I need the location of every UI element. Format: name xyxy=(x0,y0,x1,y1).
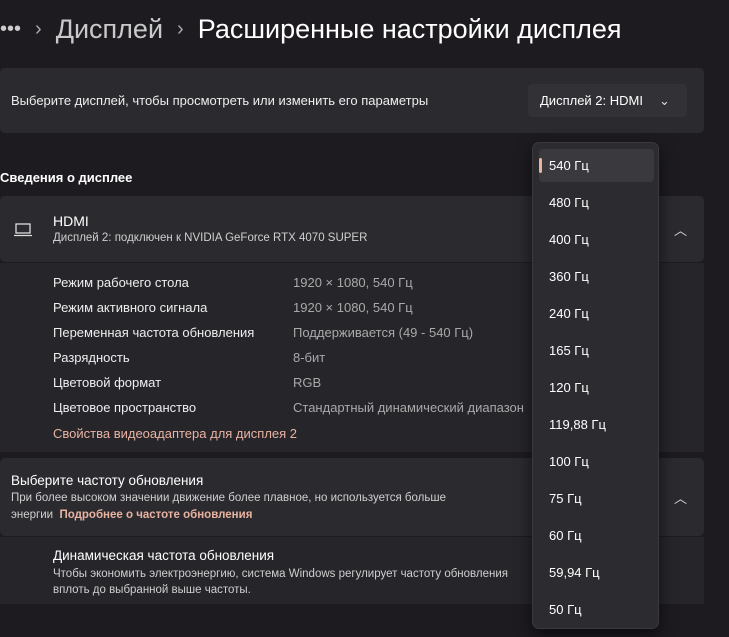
display-name: HDMI xyxy=(53,213,89,229)
info-label: Разрядность xyxy=(53,350,130,365)
chevron-up-icon: ︿ xyxy=(674,223,688,238)
refresh-option[interactable]: 60 Гц xyxy=(539,519,654,552)
info-value: 8-бит xyxy=(293,350,326,365)
refresh-option[interactable]: 100 Гц xyxy=(539,445,654,478)
refresh-option[interactable]: 480 Гц xyxy=(539,186,654,219)
refresh-option[interactable]: 360 Гц xyxy=(539,260,654,293)
refresh-option[interactable]: 165 Гц xyxy=(539,334,654,367)
more-breadcrumb-button[interactable]: ••• xyxy=(0,18,21,41)
refresh-option[interactable]: 120 Гц xyxy=(539,371,654,404)
chevron-up-icon[interactable]: ︿ xyxy=(674,488,687,507)
refresh-option[interactable]: 119,88 Гц xyxy=(539,408,654,441)
refresh-learn-more-link[interactable]: Подробнее о частоте обновления xyxy=(59,509,252,521)
display-dropdown-value: Дисплей 2: HDMI xyxy=(540,93,643,108)
refresh-option[interactable]: 400 Гц xyxy=(539,223,654,256)
breadcrumb: ••• › Дисплей › Расширенные настройки ди… xyxy=(0,14,622,45)
display-select-label: Выберите дисплей, чтобы просмотреть или … xyxy=(11,93,429,108)
refresh-option[interactable]: 540 Гц xyxy=(539,149,654,182)
dynamic-refresh-description: Чтобы экономить электроэнергию, система … xyxy=(53,568,509,580)
refresh-description: При более высоком значении движение боле… xyxy=(11,492,446,504)
info-label: Цветовой формат xyxy=(53,375,162,390)
info-label: Режим рабочего стола xyxy=(53,275,189,290)
refresh-rate-dropdown-menu: 540 Гц 480 Гц 400 Гц 360 Гц 240 Гц 165 Гц 120 … xyxy=(532,142,659,629)
info-label: Цветовое пространство xyxy=(53,400,197,415)
display-description: Дисплей 2: подключен к NVIDIA GeForce RT… xyxy=(53,232,368,244)
breadcrumb-display[interactable]: Дисплей xyxy=(56,14,163,45)
chevron-right-icon: › xyxy=(35,18,42,40)
info-value: RGB xyxy=(293,375,322,390)
section-title: Сведения о дисплее xyxy=(0,170,133,185)
info-label: Режим активного сигнала xyxy=(53,300,208,315)
refresh-description-2: энергии xyxy=(11,509,54,521)
info-value: 1920 × 1080, 540 Гц xyxy=(293,300,413,315)
dynamic-refresh-title: Динамическая частота обновления xyxy=(53,548,275,563)
display-dropdown[interactable]: Дисплей 2: HDMI ⌄ xyxy=(528,84,687,117)
refresh-option[interactable]: 50 Гц xyxy=(539,593,654,626)
dynamic-refresh-description-2: вплоть до выбранной выше частоты. xyxy=(53,584,251,596)
info-label: Переменная частота обновления xyxy=(53,325,255,340)
info-value: 1920 × 1080, 540 Гц xyxy=(293,275,413,290)
chevron-right-icon: › xyxy=(177,18,184,40)
page-title: Расширенные настройки дисплея xyxy=(197,14,622,44)
refresh-title: Выберите частоту обновления xyxy=(11,473,204,488)
info-value: Стандартный динамический диапазон xyxy=(293,400,524,415)
refresh-option[interactable]: 240 Гц xyxy=(539,297,654,330)
display-select-card: Выберите дисплей, чтобы просмотреть или … xyxy=(0,68,704,133)
info-value: Поддерживается (49 - 540 Гц) xyxy=(293,325,474,340)
refresh-option[interactable]: 59,94 Гц xyxy=(539,556,654,589)
adapter-properties-link[interactable]: Свойства видеоадаптера для дисплея 2 xyxy=(53,426,297,441)
refresh-option[interactable]: 75 Гц xyxy=(539,482,654,515)
laptop-icon xyxy=(14,223,32,237)
chevron-down-icon: ⌄ xyxy=(658,92,670,108)
